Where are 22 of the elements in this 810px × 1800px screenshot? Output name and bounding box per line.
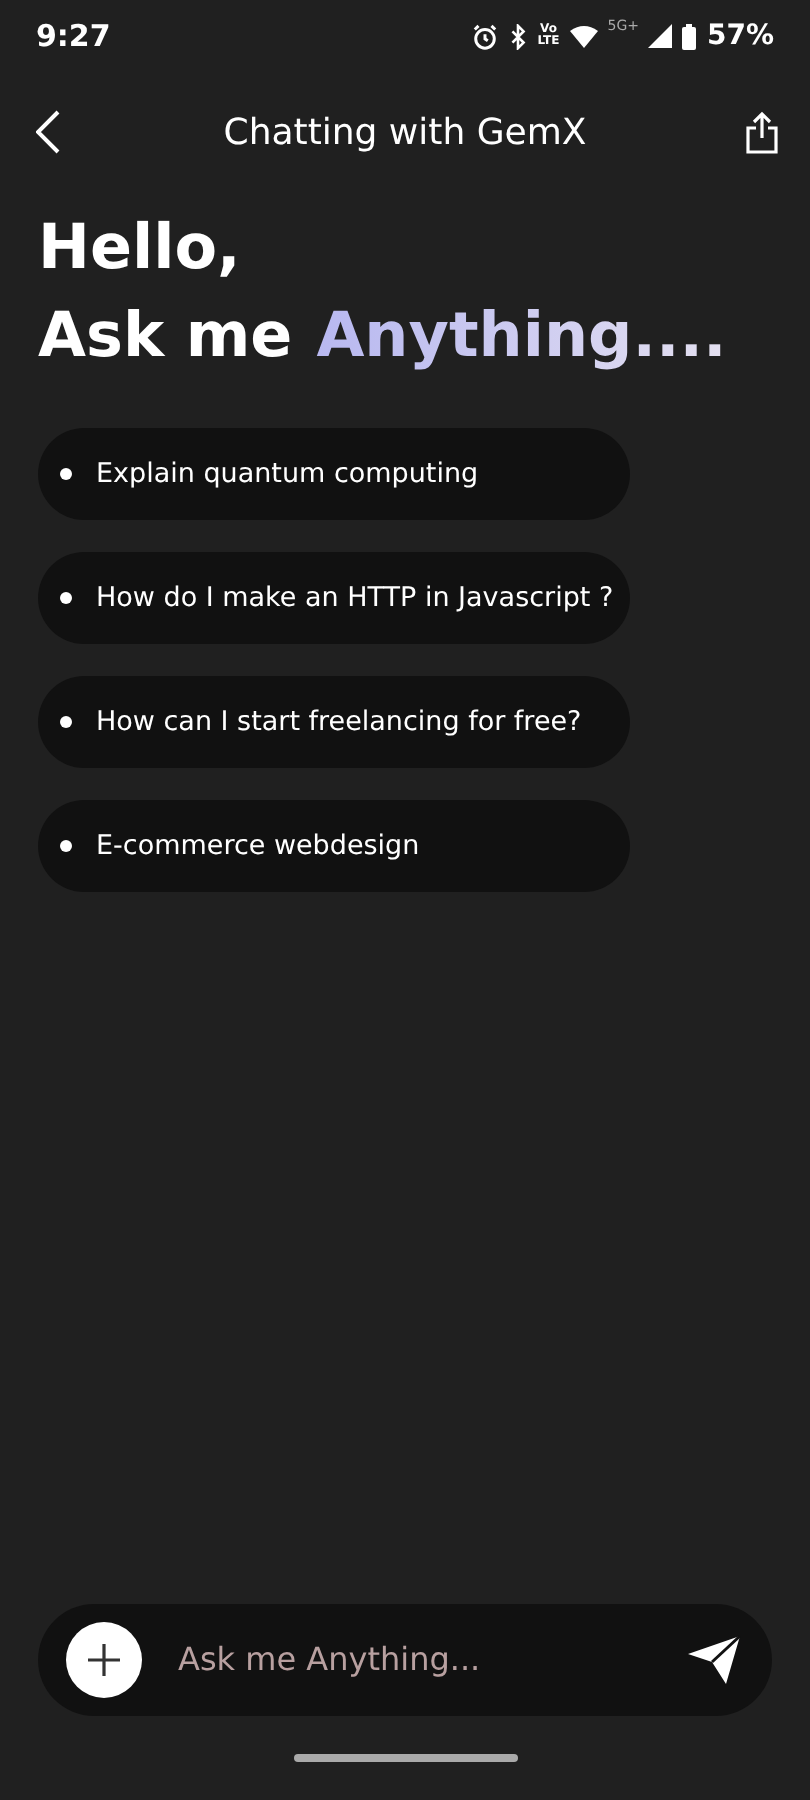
add-button[interactable]	[66, 1622, 142, 1698]
suggestion-chip[interactable]: How can I start freelancing for free?	[38, 676, 630, 768]
plus-icon[interactable]	[86, 1642, 122, 1678]
greeting-heading: Ask me	[38, 298, 293, 376]
greeting-heading: Hello,	[38, 210, 243, 288]
bullet-icon	[60, 592, 72, 604]
suggestion-chip[interactable]: How do I make an HTTP in Javascript ?	[38, 552, 630, 644]
bullet-icon	[60, 468, 72, 480]
header-title: Chatting with GemX	[223, 109, 587, 157]
battery-icon	[682, 23, 697, 49]
bluetooth-icon	[507, 23, 528, 49]
signal-icon	[648, 24, 673, 48]
wifi-icon	[569, 25, 598, 47]
status-time: 9:27	[36, 15, 111, 58]
suggestion-chip[interactable]: Explain quantum computing	[38, 428, 630, 520]
back-icon[interactable]	[36, 110, 60, 154]
bullet-icon	[60, 716, 72, 728]
bullet-icon	[60, 840, 72, 852]
battery-percent: 57%	[706, 17, 774, 55]
message-input[interactable]: Ask me Anything...	[178, 1636, 648, 1684]
alarm-icon	[471, 23, 498, 49]
suggestion-chip[interactable]: E-commerce webdesign	[38, 800, 630, 892]
